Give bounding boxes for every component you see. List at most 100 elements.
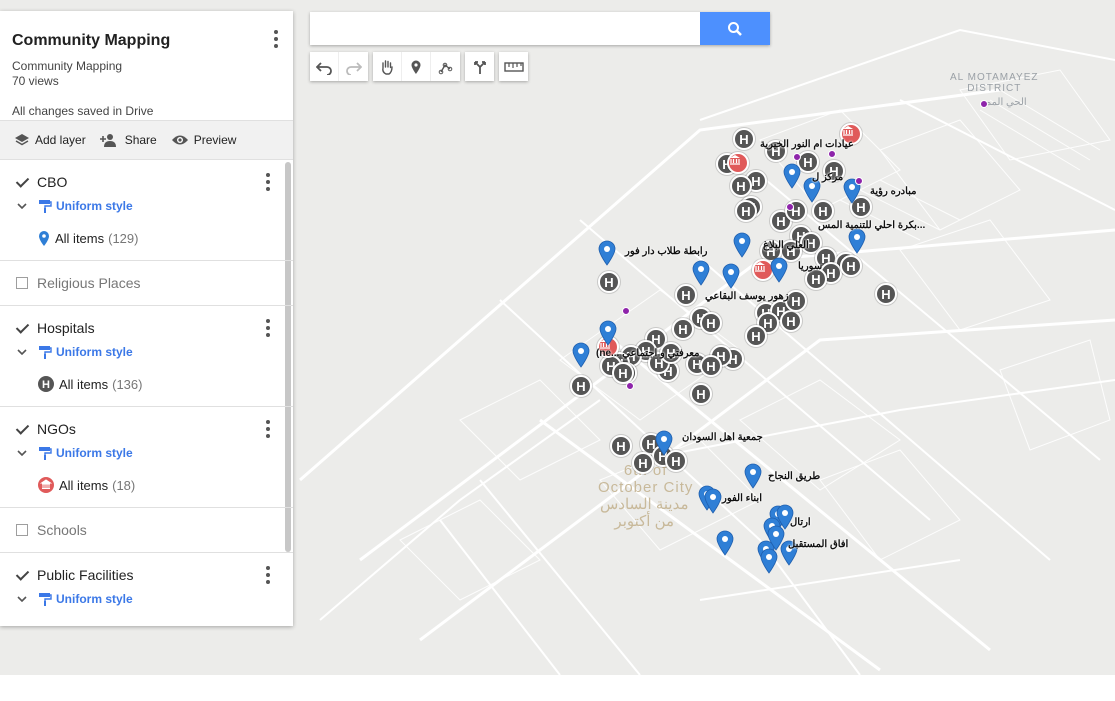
layer-hospitals: Hospitals Uniform style H All items (136… — [0, 306, 293, 407]
hospital-marker[interactable]: H — [730, 175, 752, 197]
search-input[interactable] — [310, 12, 690, 45]
layer-name[interactable]: Schools — [37, 522, 87, 538]
draw-line-button[interactable] — [431, 52, 460, 81]
cbo-pin-marker[interactable] — [760, 548, 778, 574]
cbo-pin-marker[interactable] — [767, 525, 785, 551]
layer-public-facilities: Public Facilities Uniform style — [0, 553, 293, 609]
hospital-marker[interactable]: H — [690, 383, 712, 405]
layer-items-row[interactable]: All items (18) — [0, 463, 293, 507]
layer-visibility-checkbox[interactable] — [16, 569, 28, 581]
cbo-pin-marker[interactable] — [692, 260, 710, 286]
cbo-pin-marker[interactable] — [783, 163, 801, 189]
layer-items-row[interactable]: All items (129) — [0, 216, 293, 260]
ngo-marker[interactable] — [727, 152, 749, 174]
layer-items-row[interactable]: H All items (136) — [0, 362, 293, 406]
map-description[interactable]: Community Mapping — [12, 59, 281, 74]
layer-visibility-checkbox[interactable] — [16, 524, 28, 536]
place-label: جمعية اهل السودان — [682, 432, 763, 443]
layer-visibility-checkbox[interactable] — [16, 176, 28, 188]
save-status: All changes saved in Drive — [12, 104, 154, 118]
layer-visibility-checkbox[interactable] — [16, 277, 28, 289]
add-layer-label: Add layer — [35, 133, 86, 147]
hospital-marker[interactable]: H — [735, 200, 757, 222]
hospital-marker[interactable]: H — [812, 200, 834, 222]
hospital-marker[interactable]: H — [632, 452, 654, 474]
hospital-marker[interactable]: H — [840, 255, 862, 277]
facility-dot-marker[interactable] — [626, 382, 634, 390]
search-button[interactable] — [700, 12, 770, 45]
facility-dot-marker[interactable] — [980, 100, 988, 108]
facility-dot-marker[interactable] — [793, 153, 801, 161]
hospital-marker[interactable]: H — [610, 435, 632, 457]
measure-button[interactable] — [499, 52, 528, 81]
items-label: All items — [59, 477, 109, 493]
facility-dot-marker[interactable] — [855, 177, 863, 185]
cbo-pin-marker[interactable] — [655, 430, 673, 456]
facility-dot-marker[interactable] — [786, 203, 794, 211]
hospital-marker[interactable]: H — [745, 325, 767, 347]
items-count: (129) — [108, 230, 139, 246]
hospital-marker[interactable]: H — [598, 271, 620, 293]
hospital-marker[interactable]: H — [612, 362, 634, 384]
place-label: ارتال — [790, 517, 811, 528]
facility-dot-marker[interactable] — [828, 150, 836, 158]
map-toolbar — [310, 52, 528, 81]
facility-dot-marker[interactable] — [622, 307, 630, 315]
layer-name[interactable]: CBO — [37, 174, 67, 190]
panel-actions: Add layer Share Preview — [0, 120, 293, 160]
hospital-marker[interactable]: H — [570, 375, 592, 397]
layer-options-button[interactable] — [259, 171, 277, 193]
layer-visibility-checkbox[interactable] — [16, 423, 28, 435]
preview-button[interactable]: Preview — [171, 133, 236, 147]
redo-icon — [345, 61, 362, 75]
hospital-marker[interactable]: H — [875, 283, 897, 305]
hand-icon — [382, 59, 393, 75]
directions-button[interactable] — [465, 52, 494, 81]
hand-tool-button[interactable] — [373, 52, 402, 81]
cbo-pin-marker[interactable] — [733, 232, 751, 258]
hospital-marker[interactable]: H — [700, 355, 722, 377]
place-label: العلي البلاغ — [763, 240, 809, 251]
place-label: مبادره رؤية — [870, 186, 917, 197]
place-label: طريق النجاح — [768, 471, 821, 482]
layer-name[interactable]: Public Facilities — [37, 567, 133, 583]
redo-button[interactable] — [339, 52, 368, 81]
place-label: بكرة احلي للتنمية المس... — [818, 220, 926, 231]
items-count: (18) — [112, 477, 136, 493]
add-layer-button[interactable]: Add layer — [14, 133, 86, 147]
search-box — [310, 12, 770, 45]
layer-options-button[interactable] — [259, 564, 277, 586]
layer-name[interactable]: Religious Places — [37, 275, 141, 291]
cbo-pin-marker[interactable] — [598, 240, 616, 266]
city-label-ar: مدينة السادس من أكتوبر — [600, 496, 689, 530]
place-label: رابطة طلاب دار فور — [625, 246, 708, 257]
hospital-marker[interactable]: H — [700, 312, 722, 334]
eye-icon — [171, 135, 188, 145]
undo-button[interactable] — [310, 52, 339, 81]
map-title[interactable]: Community Mapping — [12, 31, 281, 51]
cbo-pin-marker[interactable] — [722, 263, 740, 289]
items-count: (136) — [112, 376, 143, 392]
hospital-marker[interactable]: H — [675, 284, 697, 306]
map-options-menu-button[interactable] — [267, 28, 285, 50]
draw-line-icon — [438, 62, 452, 74]
layer-visibility-checkbox[interactable] — [16, 322, 28, 334]
cbo-pin-marker[interactable] — [770, 257, 788, 283]
hospital-marker[interactable]: H — [672, 318, 694, 340]
cbo-pin-marker[interactable] — [716, 530, 734, 556]
hospital-marker[interactable]: H — [733, 128, 755, 150]
cbo-pin-marker[interactable] — [704, 488, 722, 514]
cbo-pin-marker[interactable] — [599, 320, 617, 346]
cbo-pin-marker[interactable] — [848, 228, 866, 254]
layer-name[interactable]: NGOs — [37, 421, 76, 437]
blue-pin-icon — [38, 230, 50, 247]
layer-name[interactable]: Hospitals — [37, 320, 95, 336]
add-marker-button[interactable] — [402, 52, 431, 81]
layer-options-button[interactable] — [259, 418, 277, 440]
cbo-pin-marker[interactable] — [744, 463, 762, 489]
cbo-pin-marker[interactable] — [572, 342, 590, 368]
layer-options-button[interactable] — [259, 317, 277, 339]
institution-icon — [38, 477, 54, 493]
hospital-marker[interactable]: H — [780, 310, 802, 332]
share-button[interactable]: Share — [99, 133, 157, 147]
